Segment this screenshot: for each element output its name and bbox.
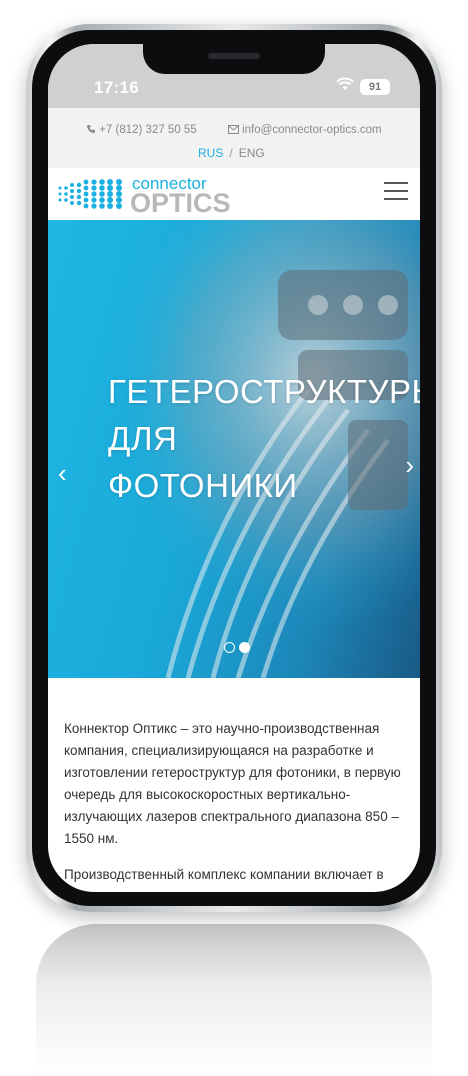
contacts: +7 (812) 327 50 55 info@connector-optics…: [86, 124, 410, 136]
slider-dots: [224, 640, 254, 658]
hero-title-line-3: ФОТОНИКИ: [108, 467, 298, 504]
wifi-icon: [336, 77, 354, 96]
hero-title-line-2: ДЛЯ: [108, 420, 178, 457]
logo-bottom-text: OPTICS: [130, 188, 231, 214]
phone-number: +7 (812) 327 50 55: [99, 124, 197, 136]
battery-icon: 91: [360, 79, 390, 95]
language-switcher: RUS / ENG: [198, 146, 265, 160]
hero-title: ГЕТЕРОСТРУКТУРЫ ДЛЯ ФОТОНИКИ: [108, 368, 420, 509]
intro-paragraph-2: Производственный комплекс компании включ…: [64, 867, 384, 892]
chevron-left-icon[interactable]: ‹: [58, 458, 67, 489]
phone-bezel: 17:16 91 +7 (812) 327 50 55 info@connect…: [32, 30, 436, 906]
speaker: [208, 53, 260, 59]
lang-eng[interactable]: ENG: [239, 146, 265, 160]
hero-title-line-1: ГЕТЕРОСТРУКТУРЫ: [108, 373, 420, 410]
email-address: info@connector-optics.com: [242, 124, 382, 136]
hero-slider: ГЕТЕРОСТРУКТУРЫ ДЛЯ ФОТОНИКИ ‹ ›: [48, 220, 420, 678]
slider-dot-1[interactable]: [224, 642, 235, 653]
mail-icon: [227, 125, 239, 134]
slider-dot-2[interactable]: [239, 642, 250, 653]
lang-separator: /: [229, 146, 233, 160]
phone-icon: [87, 125, 95, 133]
menu-icon[interactable]: [384, 182, 408, 206]
phone-reflection: [36, 924, 432, 1076]
top-contact-bar: +7 (812) 327 50 55 info@connector-optics…: [48, 108, 420, 168]
status-time: 17:16: [94, 78, 139, 97]
phone-link[interactable]: +7 (812) 327 50 55: [86, 124, 214, 136]
site-logo[interactable]: connector OPTICS: [56, 174, 266, 219]
lang-rus[interactable]: RUS: [198, 146, 223, 160]
notch: [143, 44, 325, 74]
phone-screen: 17:16 91 +7 (812) 327 50 55 info@connect…: [48, 44, 420, 892]
phone-frame: 17:16 91 +7 (812) 327 50 55 info@connect…: [26, 24, 442, 912]
email-link[interactable]: info@connector-optics.com: [227, 124, 396, 136]
intro-text: Коннектор Оптикс – это научно-производст…: [64, 718, 414, 892]
site-header: connector OPTICS: [48, 168, 420, 220]
chevron-right-icon[interactable]: ›: [405, 450, 414, 481]
intro-paragraph-1: Коннектор Оптикс – это научно-производст…: [64, 721, 401, 846]
